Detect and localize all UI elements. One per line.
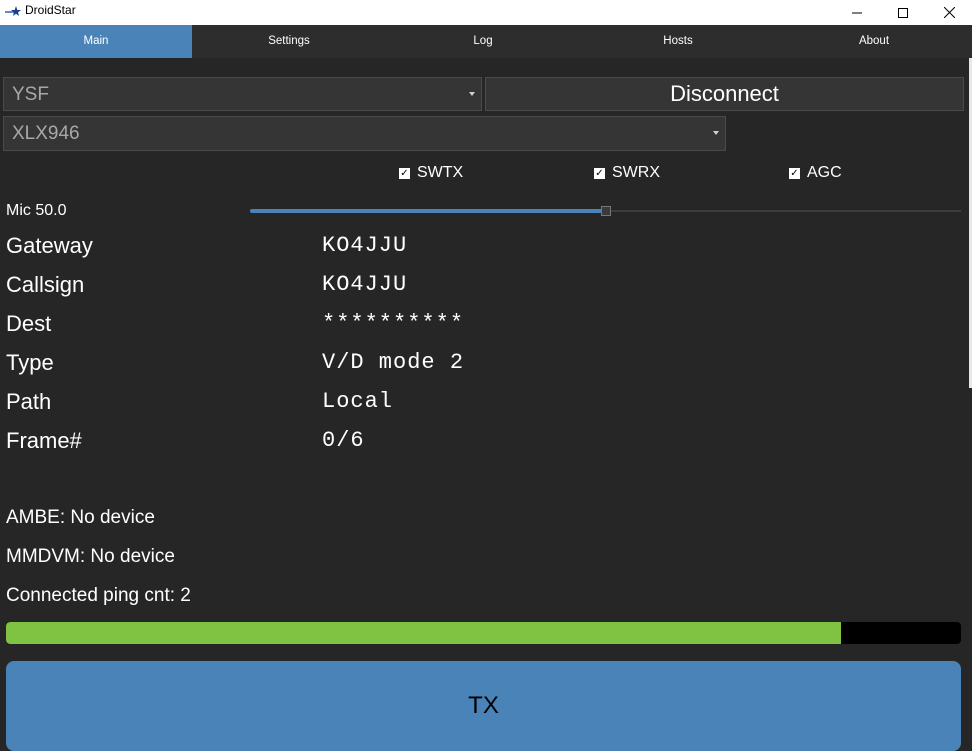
connection-status: Connected ping cnt: 2	[6, 585, 191, 606]
progress-bar	[6, 622, 961, 644]
tab-hosts[interactable]: Hosts	[580, 25, 776, 58]
check-icon: ✓	[399, 167, 410, 179]
tab-about[interactable]: About	[776, 25, 972, 58]
dest-label: Dest	[6, 311, 52, 336]
tab-bar: Main Settings Log Hosts About	[0, 25, 972, 58]
close-button[interactable]	[926, 0, 972, 25]
minimize-icon	[852, 8, 862, 18]
chevron-down-icon	[713, 131, 719, 135]
path-value: Local	[322, 389, 394, 414]
host-select[interactable]: XLX946	[3, 116, 726, 151]
type-value: V/D mode 2	[322, 350, 465, 375]
frame-label: Frame#	[6, 428, 82, 453]
progress-fill	[6, 622, 841, 644]
tab-log[interactable]: Log	[386, 25, 580, 58]
check-icon: ✓	[789, 167, 800, 179]
swtx-label: SWTX	[417, 164, 464, 181]
gateway-value: KO4JJU	[322, 233, 408, 258]
ambe-status: AMBE: No device	[6, 507, 155, 528]
mmdvm-status: MMDVM: No device	[6, 546, 175, 567]
swrx-label: SWRX	[612, 164, 660, 181]
type-label: Type	[6, 350, 54, 375]
tab-main[interactable]: Main	[0, 25, 192, 58]
droidstar-logo-icon	[5, 3, 21, 19]
swtx-checkbox[interactable]: ✓ SWTX	[399, 163, 463, 183]
tab-settings[interactable]: Settings	[192, 25, 386, 58]
close-icon	[943, 7, 955, 18]
agc-checkbox[interactable]: ✓ AGC	[789, 163, 842, 183]
mic-label: Mic 50.0	[6, 202, 67, 219]
mic-slider-fill	[250, 209, 606, 213]
check-icon: ✓	[594, 167, 605, 179]
host-select-value: XLX946	[12, 123, 80, 144]
swrx-checkbox[interactable]: ✓ SWRX	[594, 163, 660, 183]
mic-slider-handle[interactable]	[600, 206, 611, 216]
maximize-button[interactable]	[880, 0, 926, 25]
chevron-down-icon	[469, 92, 475, 96]
tx-button[interactable]: TX	[6, 661, 961, 751]
callsign-value: KO4JJU	[322, 272, 408, 297]
window-title: DroidStar	[25, 3, 76, 17]
maximize-icon	[898, 7, 908, 18]
gateway-label: Gateway	[6, 233, 93, 258]
mode-select[interactable]: YSF	[3, 77, 482, 111]
disconnect-button[interactable]: Disconnect	[485, 77, 964, 111]
title-bar: DroidStar	[0, 0, 972, 25]
mode-select-value: YSF	[12, 84, 49, 105]
frame-value: 0/6	[322, 428, 365, 453]
dest-value: **********	[322, 311, 465, 336]
path-label: Path	[6, 389, 52, 414]
minimize-button[interactable]	[834, 0, 880, 25]
agc-label: AGC	[807, 164, 842, 181]
callsign-label: Callsign	[6, 272, 85, 297]
